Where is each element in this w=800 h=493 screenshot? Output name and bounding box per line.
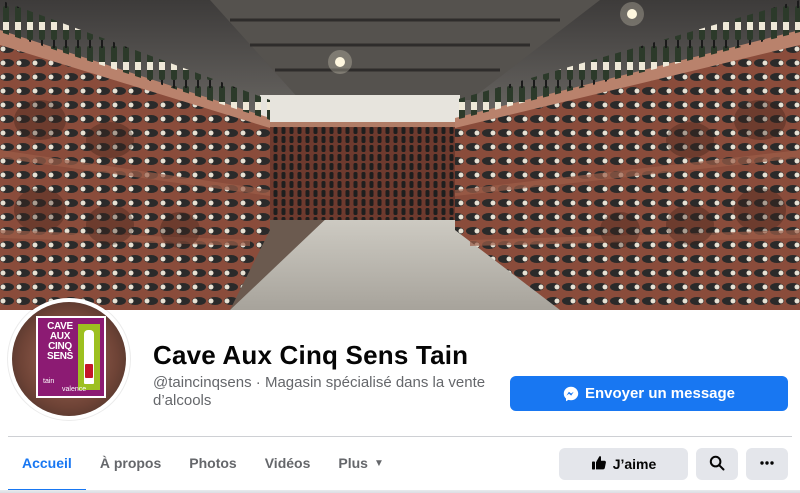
like-label: J’aime xyxy=(612,456,657,472)
logo-tain: tain xyxy=(43,378,55,385)
logo-valence: valence xyxy=(62,386,87,393)
tab-photos[interactable]: Photos xyxy=(175,437,250,492)
send-message-button[interactable]: Envoyer un message xyxy=(510,376,788,411)
cover-image xyxy=(0,0,800,310)
wine-bottle-icon xyxy=(84,330,94,384)
more-options-button[interactable] xyxy=(746,448,788,480)
page-subtitle: @taincinqsens · Magasin spécialisé dans … xyxy=(153,374,486,409)
search-icon xyxy=(709,455,725,474)
tab-about[interactable]: À propos xyxy=(86,437,175,492)
avatar[interactable]: CAVE AUX CINQ SENS tain valence xyxy=(8,298,130,420)
like-button[interactable]: J’aime xyxy=(559,448,688,480)
tab-label: Vidéos xyxy=(264,455,311,471)
tab-label: Plus xyxy=(338,455,368,471)
tab-home[interactable]: Accueil xyxy=(8,437,86,492)
tab-label: Photos xyxy=(189,455,237,471)
thumbs-up-icon xyxy=(591,455,607,474)
tab-videos[interactable]: Vidéos xyxy=(251,437,325,492)
ellipsis-icon xyxy=(759,455,775,474)
cover-photo[interactable] xyxy=(0,0,800,310)
logo-text: CAVE AUX CINQ SENS xyxy=(46,321,74,362)
caret-down-icon: ▼ xyxy=(373,457,384,469)
page-tabs: Accueil À propos Photos Vidéos Plus ▼ xyxy=(8,437,398,493)
send-message-label: Envoyer un message xyxy=(584,385,736,402)
messenger-icon xyxy=(563,386,579,402)
tab-label: Accueil xyxy=(22,455,72,471)
search-button[interactable] xyxy=(696,448,738,480)
tab-label: À propos xyxy=(99,455,162,471)
page-title: Cave Aux Cinq Sens Tain xyxy=(153,340,469,370)
tab-more[interactable]: Plus ▼ xyxy=(324,437,397,492)
avatar-image: CAVE AUX CINQ SENS tain valence xyxy=(12,302,126,416)
page-logo: CAVE AUX CINQ SENS tain valence xyxy=(36,316,106,398)
